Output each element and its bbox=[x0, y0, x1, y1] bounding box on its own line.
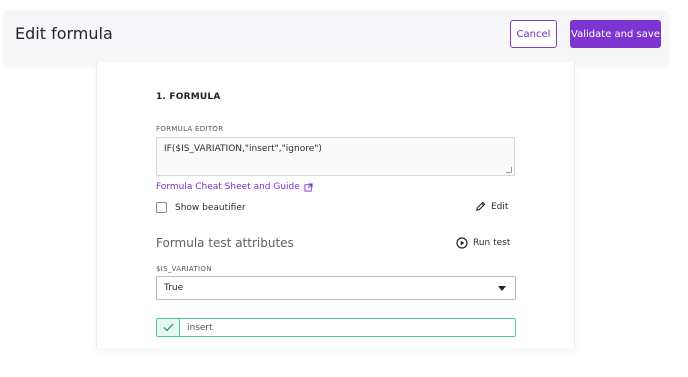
test-attributes-title: Formula test attributes bbox=[156, 236, 294, 250]
pencil-icon bbox=[476, 201, 486, 211]
edit-button[interactable]: Edit bbox=[475, 201, 508, 212]
play-circle-icon bbox=[456, 237, 468, 249]
edit-label: Edit bbox=[491, 201, 509, 212]
resize-handle[interactable] bbox=[506, 167, 512, 173]
beautifier-checkbox[interactable] bbox=[156, 202, 167, 213]
caret-down-icon bbox=[498, 286, 506, 291]
attribute-select-value: True bbox=[164, 283, 184, 293]
page-title: Edit formula bbox=[15, 24, 113, 43]
header-bar: Edit formula Cancel Validate and save bbox=[4, 10, 668, 62]
attribute-select[interactable]: True bbox=[156, 276, 516, 300]
run-test-label: Run test bbox=[473, 238, 511, 248]
cancel-button[interactable]: Cancel bbox=[510, 20, 557, 48]
check-icon bbox=[157, 319, 180, 336]
cheat-sheet-link[interactable]: Formula Cheat Sheet and Guide bbox=[156, 182, 313, 192]
validate-and-save-button[interactable]: Validate and save bbox=[570, 20, 661, 48]
test-result-field: insert bbox=[156, 318, 516, 337]
external-link-icon bbox=[304, 182, 313, 192]
beautifier-toggle[interactable]: Show beautifier bbox=[156, 202, 246, 213]
attribute-label: $IS_VARIATION bbox=[156, 265, 212, 273]
formula-editor-label: FORMULA EDITOR bbox=[156, 125, 224, 133]
formula-editor[interactable]: IF($IS_VARIATION,"insert","ignore") bbox=[156, 137, 515, 176]
cheat-sheet-link-label: Formula Cheat Sheet and Guide bbox=[156, 182, 300, 192]
section-title: 1. FORMULA bbox=[156, 92, 221, 102]
run-test-button[interactable]: Run test bbox=[456, 237, 510, 249]
test-result-value: insert bbox=[187, 322, 213, 333]
beautifier-label: Show beautifier bbox=[175, 202, 246, 213]
formula-card: 1. FORMULA FORMULA EDITOR IF($IS_VARIATI… bbox=[96, 62, 575, 348]
formula-editor-value: IF($IS_VARIATION,"insert","ignore") bbox=[164, 144, 322, 154]
